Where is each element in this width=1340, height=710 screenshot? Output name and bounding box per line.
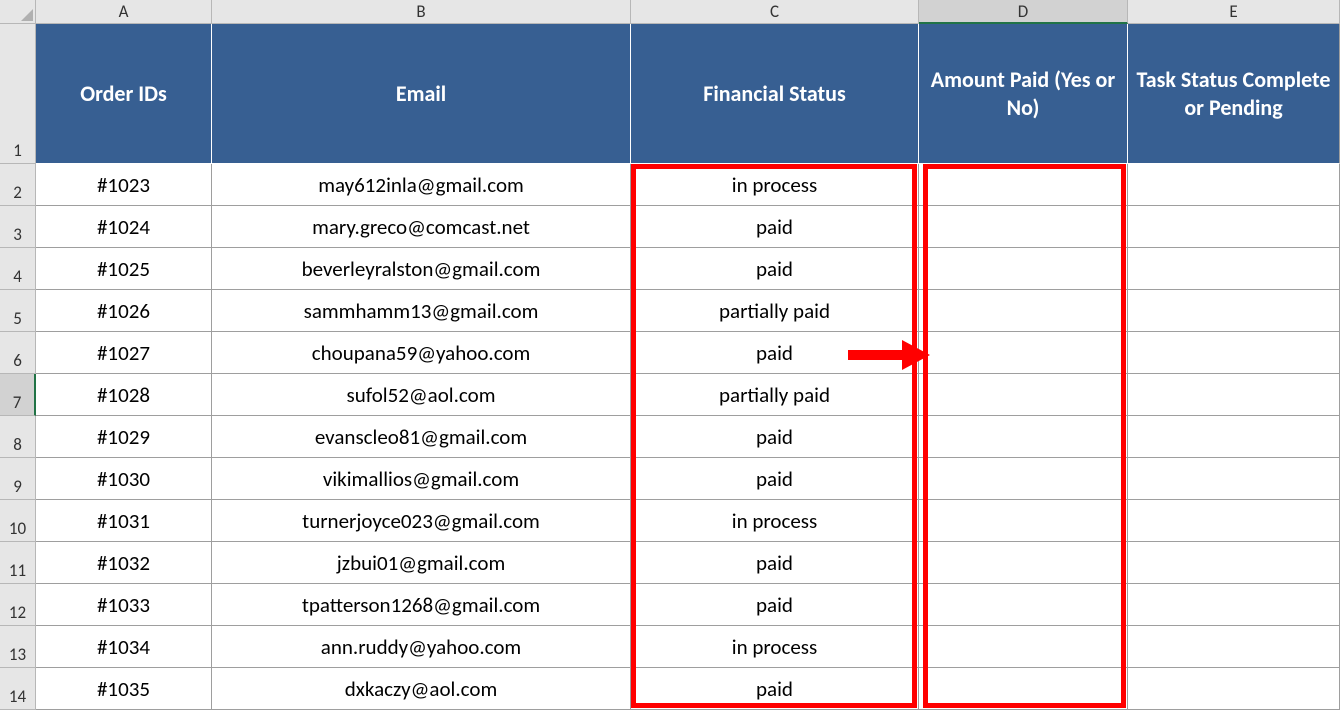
cell-c3[interactable]: paid: [631, 206, 919, 248]
cell-c6[interactable]: paid: [631, 332, 919, 374]
row-header-13[interactable]: 13: [0, 626, 36, 668]
cell-a4[interactable]: #1025: [36, 248, 212, 290]
cell-d7[interactable]: [919, 374, 1128, 416]
spreadsheet-grid[interactable]: ABCDE 1Order IDsEmailFinancial StatusAmou…: [0, 0, 1340, 710]
header-cell-b[interactable]: Email: [212, 24, 631, 164]
cell-d11[interactable]: [919, 542, 1128, 584]
cell-a14[interactable]: #1035: [36, 668, 212, 710]
cell-d5[interactable]: [919, 290, 1128, 332]
cell-d12[interactable]: [919, 584, 1128, 626]
cell-a6[interactable]: #1027: [36, 332, 212, 374]
cell-c5[interactable]: partially paid: [631, 290, 919, 332]
cell-e13[interactable]: [1128, 626, 1340, 668]
cell-b10[interactable]: turnerjoyce023@gmail.com: [212, 500, 631, 542]
cell-b3[interactable]: mary.greco@comcast.net: [212, 206, 631, 248]
cell-e11[interactable]: [1128, 542, 1340, 584]
cell-c11[interactable]: paid: [631, 542, 919, 584]
cell-d14[interactable]: [919, 668, 1128, 710]
cell-a9[interactable]: #1030: [36, 458, 212, 500]
cell-e3[interactable]: [1128, 206, 1340, 248]
cell-e7[interactable]: [1128, 374, 1340, 416]
cell-d10[interactable]: [919, 500, 1128, 542]
cell-e9[interactable]: [1128, 458, 1340, 500]
row-header-12[interactable]: 12: [0, 584, 36, 626]
cell-c9[interactable]: paid: [631, 458, 919, 500]
cell-b9[interactable]: vikimallios@gmail.com: [212, 458, 631, 500]
header-cell-a[interactable]: Order IDs: [36, 24, 212, 164]
cell-a12[interactable]: #1033: [36, 584, 212, 626]
row-header-5[interactable]: 5: [0, 290, 36, 332]
column-header-d[interactable]: D: [919, 0, 1128, 24]
cell-a5[interactable]: #1026: [36, 290, 212, 332]
cell-d4[interactable]: [919, 248, 1128, 290]
cell-b5[interactable]: sammhamm13@gmail.com: [212, 290, 631, 332]
select-all-corner[interactable]: [0, 0, 36, 24]
cell-b11[interactable]: jzbui01@gmail.com: [212, 542, 631, 584]
row-header-9[interactable]: 9: [0, 458, 36, 500]
cell-c12[interactable]: paid: [631, 584, 919, 626]
cell-e14[interactable]: [1128, 668, 1340, 710]
cell-b8[interactable]: evanscleo81@gmail.com: [212, 416, 631, 458]
cell-d2[interactable]: [919, 164, 1128, 206]
cell-d6[interactable]: [919, 332, 1128, 374]
cell-b6[interactable]: choupana59@yahoo.com: [212, 332, 631, 374]
row-header-8[interactable]: 8: [0, 416, 36, 458]
column-header-a[interactable]: A: [36, 0, 212, 24]
cell-c7[interactable]: partially paid: [631, 374, 919, 416]
row-header-11[interactable]: 11: [0, 542, 36, 584]
row-header-10[interactable]: 10: [0, 500, 36, 542]
cell-e10[interactable]: [1128, 500, 1340, 542]
cell-a10[interactable]: #1031: [36, 500, 212, 542]
cell-b13[interactable]: ann.ruddy@yahoo.com: [212, 626, 631, 668]
cell-e2[interactable]: [1128, 164, 1340, 206]
cell-c14[interactable]: paid: [631, 668, 919, 710]
cell-a8[interactable]: #1029: [36, 416, 212, 458]
row-header-6[interactable]: 6: [0, 332, 36, 374]
cell-d8[interactable]: [919, 416, 1128, 458]
cell-e8[interactable]: [1128, 416, 1340, 458]
header-cell-c[interactable]: Financial Status: [631, 24, 919, 164]
column-header-c[interactable]: C: [631, 0, 919, 24]
row-header-7[interactable]: 7: [0, 374, 36, 416]
cell-d3[interactable]: [919, 206, 1128, 248]
cell-c4[interactable]: paid: [631, 248, 919, 290]
cell-e4[interactable]: [1128, 248, 1340, 290]
cell-a7[interactable]: #1028: [36, 374, 212, 416]
cell-e5[interactable]: [1128, 290, 1340, 332]
column-header-b[interactable]: B: [212, 0, 631, 24]
cell-c10[interactable]: in process: [631, 500, 919, 542]
cell-c13[interactable]: in process: [631, 626, 919, 668]
cell-a3[interactable]: #1024: [36, 206, 212, 248]
header-cell-d[interactable]: Amount Paid (Yes or No): [919, 24, 1128, 164]
header-cell-e[interactable]: Task Status Complete or Pending: [1128, 24, 1340, 164]
row-header-2[interactable]: 2: [0, 164, 36, 206]
cell-e6[interactable]: [1128, 332, 1340, 374]
cell-b7[interactable]: sufol52@aol.com: [212, 374, 631, 416]
cell-c8[interactable]: paid: [631, 416, 919, 458]
cell-b4[interactable]: beverleyralston@gmail.com: [212, 248, 631, 290]
cell-c2[interactable]: in process: [631, 164, 919, 206]
cell-d9[interactable]: [919, 458, 1128, 500]
row-header-3[interactable]: 3: [0, 206, 36, 248]
cell-a11[interactable]: #1032: [36, 542, 212, 584]
column-header-e[interactable]: E: [1128, 0, 1340, 24]
cell-a13[interactable]: #1034: [36, 626, 212, 668]
row-header-14[interactable]: 14: [0, 668, 36, 710]
cell-b14[interactable]: dxkaczy@aol.com: [212, 668, 631, 710]
cell-e12[interactable]: [1128, 584, 1340, 626]
row-header-4[interactable]: 4: [0, 248, 36, 290]
row-header-1[interactable]: 1: [0, 24, 36, 164]
cell-b2[interactable]: may612inla@gmail.com: [212, 164, 631, 206]
cell-b12[interactable]: tpatterson1268@gmail.com: [212, 584, 631, 626]
cell-d13[interactable]: [919, 626, 1128, 668]
cell-a2[interactable]: #1023: [36, 164, 212, 206]
